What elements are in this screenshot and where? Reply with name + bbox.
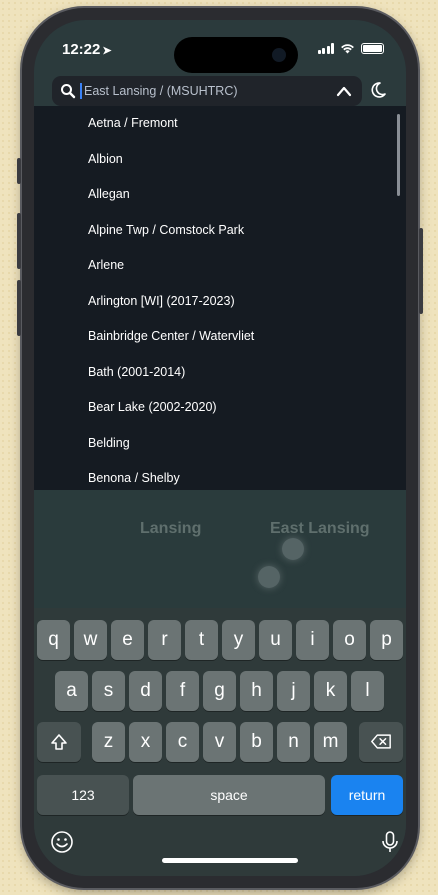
key-a[interactable]: a [55,671,88,711]
home-indicator[interactable] [162,858,298,863]
list-item[interactable]: Alpine Twp / Comstock Park [34,213,406,249]
list-item[interactable]: Belding [34,426,406,462]
map-label: East Lansing [270,520,370,537]
key-z[interactable]: z [92,722,125,762]
key-u[interactable]: u [259,620,292,660]
key-x[interactable]: x [129,722,162,762]
action-button [17,158,21,184]
search-icon [61,84,76,99]
microphone-icon[interactable] [378,830,402,854]
scrollbar[interactable] [397,114,400,196]
key-n[interactable]: n [277,722,310,762]
key-h[interactable]: h [240,671,273,711]
key-i[interactable]: i [296,620,329,660]
key-v[interactable]: v [203,722,236,762]
key-s[interactable]: s [92,671,125,711]
list-item[interactable]: Albion [34,142,406,178]
key-row-2: a s d f g h j k l [34,671,406,711]
text-cursor [80,83,82,99]
key-m[interactable]: m [314,722,347,762]
key-r[interactable]: r [148,620,181,660]
list-item[interactable]: Arlene [34,248,406,284]
search-input[interactable] [84,76,314,106]
phone-frame: 12:22 ➤ East Lansing / (MSUHTRC) Aetna /… [17,8,423,888]
signal-icon [317,43,334,54]
key-g[interactable]: g [203,671,236,711]
shift-key[interactable] [37,722,81,762]
map-marker[interactable] [282,538,304,560]
key-j[interactable]: j [277,671,310,711]
keyboard: q w e r t y u i o p a s d f g h j k l z … [34,608,406,876]
delete-key[interactable] [359,722,403,762]
list-item[interactable]: Allegan [34,177,406,213]
volume-up-button [17,213,21,269]
key-f[interactable]: f [166,671,199,711]
key-b[interactable]: b [240,722,273,762]
status-time-text: 12:22 [62,41,101,58]
map-label: Lansing [140,520,202,537]
camera-icon [272,48,286,62]
key-o[interactable]: o [333,620,366,660]
screen: 12:22 ➤ East Lansing / (MSUHTRC) Aetna /… [34,20,406,876]
list-item[interactable]: Bainbridge Center / Watervliet [34,319,406,355]
key-t[interactable]: t [185,620,218,660]
key-c[interactable]: c [166,722,199,762]
space-key[interactable]: space [133,775,325,815]
delete-icon [371,734,391,749]
key-q[interactable]: q [37,620,70,660]
numbers-key[interactable]: 123 [37,775,129,815]
key-l[interactable]: l [351,671,384,711]
volume-down-button [17,280,21,336]
key-d[interactable]: d [129,671,162,711]
key-w[interactable]: w [74,620,107,660]
suggestion-list: Aetna / Fremont Albion Allegan Alpine Tw… [34,106,406,490]
wifi-icon [341,44,354,54]
key-row-4: 123 space return [34,775,406,815]
dynamic-island [174,37,298,73]
list-item[interactable]: Arlington [WI] (2017-2023) [34,284,406,320]
location-arrow-icon: ➤ [102,45,112,57]
map-view[interactable]: Lansing East Lansing [34,490,406,608]
list-item[interactable]: Aetna / Fremont [34,106,406,142]
list-item[interactable]: Bath (2001-2014) [34,355,406,391]
key-y[interactable]: y [222,620,255,660]
chevron-up-icon[interactable] [336,84,352,98]
power-button [419,228,423,314]
key-e[interactable]: e [111,620,144,660]
shift-icon [51,734,67,750]
key-row-1: q w e r t y u i o p [34,620,406,660]
battery-icon [361,43,384,54]
search-bar[interactable] [52,76,362,106]
emoji-icon[interactable] [50,830,74,854]
list-item[interactable]: Benona / Shelby [34,461,406,490]
key-p[interactable]: p [370,620,403,660]
key-k[interactable]: k [314,671,347,711]
moon-icon[interactable] [368,80,388,100]
status-time: 12:22 ➤ [62,41,112,58]
return-key[interactable]: return [331,775,403,815]
list-item[interactable]: Bear Lake (2002-2020) [34,390,406,426]
key-row-3: z x c v b n m [34,722,406,762]
map-marker[interactable] [258,566,280,588]
